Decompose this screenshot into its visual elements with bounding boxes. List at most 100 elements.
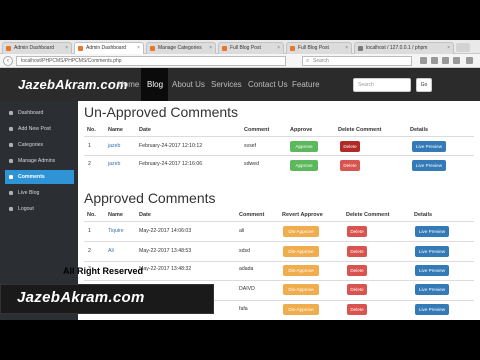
go-button[interactable]: Go (416, 78, 432, 92)
list-icon (9, 127, 13, 131)
col-header: Name (108, 212, 123, 218)
sidebar-item-dashboard[interactable]: Dashboard (5, 106, 74, 120)
live-preview-button[interactable]: Live Preview (412, 160, 446, 171)
address-bar[interactable]: localhost/PHPCMS/PHPCMS/Comments.php (16, 56, 286, 66)
sidebar-item-label: Add New Post (18, 126, 51, 132)
nav-home[interactable]: Home (118, 80, 139, 89)
nav-services[interactable]: Services (211, 80, 242, 89)
search-icon: ⌕ (306, 58, 310, 64)
sidebar-item-live-blog[interactable]: Live Blog (5, 186, 74, 200)
live-preview-button[interactable]: Live Preview (415, 304, 449, 315)
col-header: Details (414, 212, 433, 218)
site-navbar: JazebAkram.com Home Blog About Us Servic… (0, 68, 480, 101)
browser-tab-active[interactable]: Admin Dashboard × (74, 42, 144, 54)
col-header: Details (410, 127, 429, 133)
bookmarks-icon[interactable] (431, 57, 438, 64)
col-header: No. (87, 212, 96, 218)
all-rights-reserved-text: All Right Reserved (63, 266, 144, 276)
nav-feature[interactable]: Feature (292, 80, 320, 89)
sidebar-item-comments[interactable]: Comments (5, 170, 74, 184)
comment-text: adada (239, 266, 254, 272)
tab-label: Full Blog Post (230, 45, 261, 51)
tab-label: Manage Categories (158, 45, 202, 51)
col-header: Date (139, 127, 151, 133)
delete-button[interactable]: Delete (347, 304, 367, 315)
sidebar-item-categories[interactable]: Categories (5, 138, 74, 152)
commenter-name-link[interactable]: jazeb (108, 143, 120, 149)
sidebar-item-label: Live Blog (18, 190, 40, 196)
commenter-name-link[interactable]: Ali (108, 248, 114, 254)
commenter-name-link[interactable]: jazeb (108, 161, 120, 167)
col-header: Name (108, 127, 123, 133)
browser-tab[interactable]: Full Blog Post × (218, 42, 284, 54)
delete-button[interactable]: Delete (347, 265, 367, 276)
col-header: Delete Comment (338, 127, 382, 133)
browser-tab[interactable]: Full Blog Post × (286, 42, 352, 54)
dis-approve-button[interactable]: Dis-Approve (283, 226, 319, 237)
row-number: 1 (88, 143, 91, 149)
menu-icon[interactable] (466, 57, 473, 64)
close-tab-icon[interactable]: × (137, 43, 140, 54)
live-preview-button[interactable]: Live Preview (415, 284, 449, 295)
browser-toolbar: ‹ localhost/PHPCMS/PHPCMS/Comments.php ⌕… (0, 54, 480, 68)
col-header: Comment (239, 212, 265, 218)
comment-date: February-24-2017 12:10:12 (139, 143, 203, 149)
sidebar-item-label: Manage Admins (18, 158, 56, 164)
comment-text: ali (239, 228, 245, 234)
nav-contact-us[interactable]: Contact Us (248, 80, 288, 89)
tab-label: Full Blog Post (298, 45, 329, 51)
dis-approve-button[interactable]: Dis-Approve (283, 284, 319, 295)
site-search-input[interactable]: Search (353, 78, 411, 92)
live-preview-button[interactable]: Live Preview (415, 265, 449, 276)
col-header: Revert Approve (282, 212, 323, 218)
download-icon[interactable] (442, 57, 449, 64)
close-tab-icon[interactable]: × (447, 43, 450, 54)
back-arrow-icon[interactable]: ‹ (3, 56, 13, 66)
browser-tab[interactable]: localhost / 127.0.0.1 / phpm × (354, 42, 454, 54)
close-tab-icon[interactable]: × (277, 43, 280, 54)
nav-blog-label: Blog (147, 80, 164, 89)
comment-text: DAIVD (239, 286, 255, 292)
dis-approve-button[interactable]: Dis-Approve (283, 265, 319, 276)
nav-blog[interactable]: Blog (141, 68, 168, 101)
comment-text: fafa (239, 306, 248, 312)
approve-button[interactable]: Approve (290, 160, 318, 171)
delete-button[interactable]: Delete (347, 284, 367, 295)
sidebar-item-logout[interactable]: Logout (5, 202, 74, 216)
tab-favicon-icon (150, 46, 155, 51)
delete-button[interactable]: Delete (340, 160, 360, 171)
sidebar-item-manage-admins[interactable]: Manage Admins (5, 154, 74, 168)
live-preview-button[interactable]: Live Preview (415, 226, 449, 237)
col-header: Delete Comment (346, 212, 390, 218)
tab-favicon-icon (358, 46, 363, 51)
unapproved-title: Un-Approved Comments (84, 104, 239, 120)
star-icon[interactable] (420, 57, 427, 64)
comment-text: svsef (244, 143, 257, 149)
delete-button[interactable]: Delete (340, 141, 360, 152)
nav-about-us[interactable]: About Us (172, 80, 205, 89)
sidebar-item-add-new-post[interactable]: Add New Post (5, 122, 74, 136)
approve-button[interactable]: Approve (290, 141, 318, 152)
tab-favicon-icon (290, 46, 295, 51)
close-tab-icon[interactable]: × (345, 43, 348, 54)
sidebar-item-label: Logout (18, 206, 34, 212)
commenter-name-link[interactable]: Tiquire (108, 228, 124, 234)
dis-approve-button[interactable]: Dis-Approve (283, 246, 319, 257)
table-divider (84, 241, 474, 242)
new-tab-button[interactable] (456, 43, 470, 52)
browser-search-input[interactable]: ⌕ Search (302, 56, 412, 66)
sidebar-item-label: Dashboard (18, 110, 44, 116)
close-tab-icon[interactable]: × (209, 43, 212, 54)
delete-button[interactable]: Delete (347, 246, 367, 257)
close-tab-icon[interactable]: × (65, 43, 68, 54)
live-preview-button[interactable]: Live Preview (412, 141, 446, 152)
delete-button[interactable]: Delete (347, 226, 367, 237)
home-icon[interactable] (453, 57, 460, 64)
site-logo[interactable]: JazebAkram.com (18, 77, 128, 92)
comment-date: May-22-2017 13:48:32 (139, 266, 192, 272)
live-preview-button[interactable]: Live Preview (415, 246, 449, 257)
dis-approve-button[interactable]: Dis-Approve (283, 304, 319, 315)
browser-tab[interactable]: Manage Categories × (146, 42, 216, 54)
browser-tab[interactable]: Admin Dashboard × (2, 42, 72, 54)
tags-icon (9, 143, 13, 147)
